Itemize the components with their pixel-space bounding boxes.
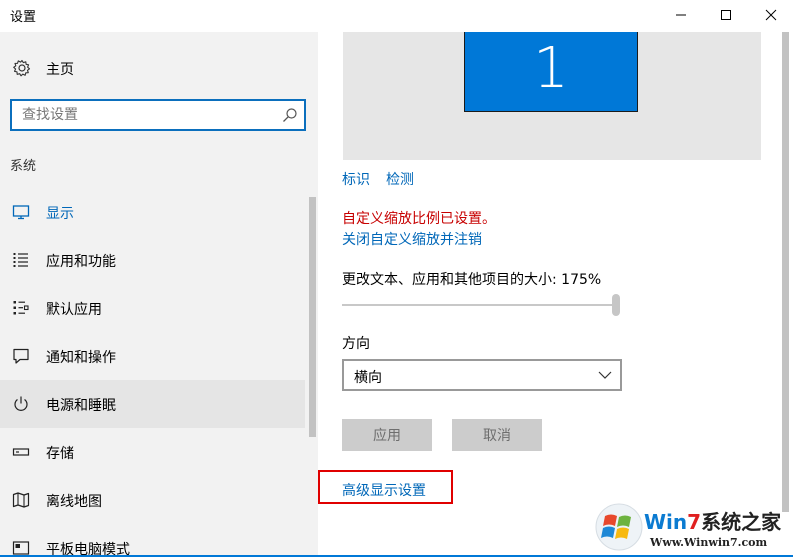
power-icon (14, 396, 28, 411)
advanced-display-settings-link[interactable]: 高级显示设置 (342, 480, 426, 500)
slider-handle[interactable] (612, 294, 620, 316)
search-input[interactable] (12, 101, 282, 129)
window-title: 设置 (10, 10, 37, 25)
close-icon (765, 9, 777, 21)
monitor-icon (12, 205, 30, 220)
default-apps-icon (13, 301, 29, 315)
sidebar-item-label: 离线地图 (46, 494, 102, 510)
sidebar-scrollbar[interactable] (306, 187, 318, 557)
close-button[interactable] (748, 0, 793, 30)
sidebar-item-storage[interactable]: 存储 (0, 428, 305, 476)
section-title: 系统 (10, 159, 37, 174)
watermark-brand-rest: 系统之家 (701, 510, 782, 534)
sidebar-item-label: 默认应用 (46, 302, 102, 318)
cancel-button[interactable]: 取消 (452, 419, 542, 451)
windows-logo-icon (595, 503, 643, 551)
main-scrollbar[interactable] (778, 32, 793, 557)
orientation-label: 方向 (342, 336, 370, 352)
sidebar-item-notifications[interactable]: 通知和操作 (0, 332, 305, 380)
search-box[interactable] (10, 99, 306, 131)
minimize-icon (676, 14, 686, 16)
gear-icon (13, 59, 31, 77)
watermark: Win7系统之家 Www.Winwin7.com (592, 496, 793, 557)
nav-list: 显示 应用和功能 默认应用 通知和操作 电源和睡眠 存储 离线地图 平板电脑模式 (0, 188, 305, 557)
sidebar-item-label: 显示 (46, 206, 74, 222)
watermark-brand: Win7系统之家 (644, 506, 781, 535)
identify-link[interactable]: 标识 (342, 172, 370, 188)
signout-link[interactable]: 关闭自定义缩放并注销 (342, 229, 482, 249)
monitor-tile[interactable]: 1 (464, 32, 638, 112)
search-icon (283, 108, 297, 122)
sidebar-item-display[interactable]: 显示 (0, 188, 305, 236)
detect-link[interactable]: 检测 (386, 172, 414, 188)
notification-icon (13, 348, 29, 364)
sidebar-item-default-apps[interactable]: 默认应用 (0, 284, 305, 332)
map-icon (12, 492, 30, 508)
display-settings-panel: 1 标识 检测 自定义缩放比例已设置。 关闭自定义缩放并注销 更改文本、应用和其他… (318, 32, 793, 557)
advanced-display-settings-highlight: 高级显示设置 (318, 470, 453, 504)
scale-label: 更改文本、应用和其他项目的大小: 175% (342, 272, 602, 288)
display-links: 标识 检测 (342, 169, 414, 189)
maximize-button[interactable] (703, 0, 749, 30)
main-scroll-thumb[interactable] (782, 32, 789, 512)
maximize-icon (721, 10, 731, 20)
monitor-number: 1 (533, 35, 569, 101)
watermark-brand-win: Win (644, 510, 688, 534)
sidebar: 主页 系统 显示 应用和功能 (0, 32, 318, 557)
sidebar-item-apps[interactable]: 应用和功能 (0, 236, 305, 284)
apply-button[interactable]: 应用 (342, 419, 432, 451)
sidebar-item-label: 存储 (46, 446, 74, 462)
list-icon (13, 253, 28, 267)
storage-icon (12, 448, 30, 456)
slider-fill (342, 304, 612, 306)
sidebar-scroll-thumb[interactable] (309, 197, 316, 437)
orientation-dropdown[interactable]: 横向 (342, 359, 622, 391)
minimize-button[interactable] (658, 0, 704, 30)
scale-slider[interactable] (342, 294, 624, 316)
sidebar-item-label: 电源和睡眠 (46, 398, 116, 414)
title-bar: 设置 (0, 0, 793, 32)
sidebar-item-power[interactable]: 电源和睡眠 (0, 380, 305, 428)
home-label: 主页 (46, 62, 74, 78)
display-preview: 1 (343, 32, 761, 160)
sidebar-item-label: 应用和功能 (46, 254, 116, 270)
chevron-down-icon (598, 371, 612, 379)
watermark-url: Www.Winwin7.com (650, 536, 768, 549)
orientation-value: 横向 (354, 370, 382, 386)
sidebar-item-offline-maps[interactable]: 离线地图 (0, 476, 305, 524)
home-nav-item[interactable]: 主页 (0, 52, 318, 84)
sidebar-item-tablet-mode[interactable]: 平板电脑模式 (0, 524, 305, 557)
watermark-brand-7: 7 (687, 510, 702, 534)
scaling-warning: 自定义缩放比例已设置。 (342, 211, 496, 227)
sidebar-item-label: 通知和操作 (46, 350, 116, 366)
